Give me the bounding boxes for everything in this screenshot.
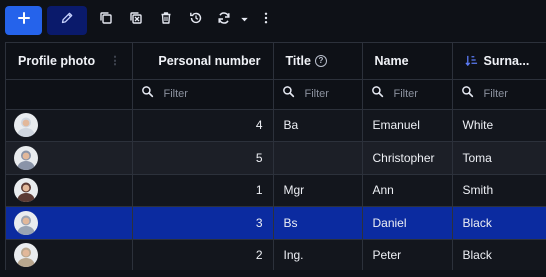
filter-input-surname[interactable] <box>483 88 539 100</box>
title-cell: Bs <box>273 206 363 240</box>
column-header-title[interactable]: Title ? <box>273 43 363 80</box>
copy-button[interactable] <box>91 6 121 35</box>
name-cell: Daniel <box>362 206 453 240</box>
avatar <box>14 243 38 268</box>
table-row[interactable]: 1 Mgr Ann Smith <box>6 174 546 207</box>
chevron-down-icon <box>240 11 249 29</box>
profile-photo-cell <box>6 206 133 240</box>
avatar <box>14 145 38 170</box>
column-header-surname[interactable]: Surna... <box>452 43 546 80</box>
profile-photo-cell <box>6 109 133 142</box>
more-options-button[interactable] <box>251 6 281 35</box>
personal-number-cell: 5 <box>132 141 274 175</box>
column-header-personal-number[interactable]: Personal number <box>132 43 274 80</box>
personal-number-cell: 2 <box>132 239 274 270</box>
delete-selection-icon <box>129 11 143 30</box>
name-cell: Ann <box>362 174 453 207</box>
search-icon <box>461 85 484 103</box>
delete-selection-button[interactable] <box>121 6 151 35</box>
filter-input-name[interactable] <box>393 88 449 100</box>
column-header-label: Personal number <box>158 53 261 68</box>
surname-cell: Black <box>452 239 546 270</box>
edit-button[interactable] <box>47 5 87 35</box>
filter-cell-profile-photo <box>6 79 133 110</box>
delete-button[interactable] <box>151 6 181 35</box>
grid-body: 4 Ba Emanuel White 5 Christopher Toma 1 … <box>6 109 546 270</box>
search-icon <box>141 85 164 103</box>
title-cell: Ing. <box>273 239 363 270</box>
data-grid: Profile photo ⋮ Personal number Title ? <box>5 42 546 270</box>
title-cell: Mgr <box>273 174 363 207</box>
table-row-selected[interactable]: 3 Bs Daniel Black <box>6 206 546 240</box>
pencil-icon <box>60 11 74 30</box>
title-cell <box>273 141 363 175</box>
profile-photo-cell <box>6 174 133 207</box>
personal-number-cell: 1 <box>132 174 274 207</box>
history-button[interactable] <box>181 6 211 35</box>
drag-handle-icon[interactable]: ⋮ <box>110 54 121 67</box>
profile-photo-cell <box>6 239 133 270</box>
help-icon[interactable]: ? <box>314 54 327 67</box>
toolbar <box>0 0 546 40</box>
column-header-label: Profile photo <box>18 53 96 68</box>
search-icon <box>371 85 394 103</box>
name-cell: Emanuel <box>362 109 453 142</box>
filter-row <box>6 79 546 110</box>
column-header-label: Name <box>374 53 409 68</box>
personal-number-cell: 3 <box>132 206 274 240</box>
header-row: Profile photo ⋮ Personal number Title ? <box>6 43 546 80</box>
column-header-name[interactable]: Name <box>362 43 453 80</box>
filter-cell-personal-number <box>132 79 274 110</box>
personal-number-cell: 4 <box>132 109 274 142</box>
refresh-menu-button[interactable] <box>237 6 251 35</box>
more-vertical-icon <box>259 11 273 30</box>
avatar <box>14 178 38 203</box>
filter-cell-name <box>362 79 453 110</box>
avatar <box>14 113 38 138</box>
surname-cell: White <box>452 109 546 142</box>
filter-cell-surname <box>452 79 546 110</box>
column-header-label: Title <box>285 53 311 68</box>
column-header-label: Surna... <box>483 53 530 68</box>
filter-input-personal-number[interactable] <box>163 88 219 100</box>
table-row[interactable]: 2 Ing. Peter Black <box>6 239 546 270</box>
filter-cell-title <box>273 79 363 110</box>
filter-input-title[interactable] <box>304 88 360 100</box>
refresh-button[interactable] <box>211 6 237 35</box>
table-row[interactable]: 5 Christopher Toma <box>6 141 546 175</box>
plus-icon <box>17 11 31 30</box>
surname-cell: Black <box>452 206 546 240</box>
surname-cell: Smith <box>452 174 546 207</box>
sort-ascending-icon[interactable] <box>464 54 478 67</box>
table-row[interactable]: 4 Ba Emanuel White <box>6 109 546 142</box>
title-cell: Ba <box>273 109 363 142</box>
surname-cell: Toma <box>452 141 546 175</box>
search-icon <box>282 85 305 103</box>
profile-photo-cell <box>6 141 133 175</box>
refresh-icon <box>217 11 231 30</box>
column-header-profile-photo[interactable]: Profile photo ⋮ <box>6 43 133 80</box>
name-cell: Christopher <box>362 141 453 175</box>
name-cell: Peter <box>362 239 453 270</box>
history-icon <box>189 11 203 30</box>
copy-icon <box>99 11 113 30</box>
avatar <box>14 210 38 235</box>
trash-icon <box>159 11 173 30</box>
add-button[interactable] <box>5 5 42 35</box>
